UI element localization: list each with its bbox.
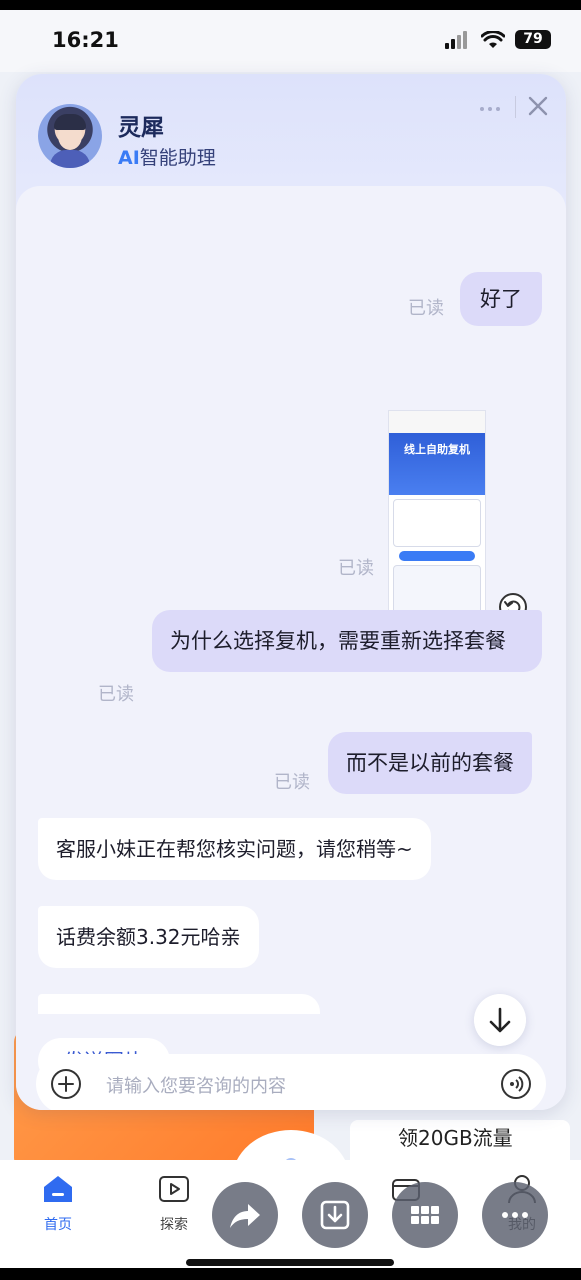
message-input[interactable]: 请输入您要咨询的内容 xyxy=(106,1072,286,1098)
home-indicator[interactable] xyxy=(186,1259,394,1266)
read-status: 已读 xyxy=(338,558,374,579)
tab-explore-label: 探索 xyxy=(160,1217,188,1233)
apps-button[interactable] xyxy=(392,1182,458,1248)
thumbnail-card xyxy=(393,499,481,547)
thumbnail-topbar xyxy=(389,411,485,433)
download-button[interactable] xyxy=(302,1182,368,1248)
status-bar: 16:21 79 xyxy=(0,10,581,72)
message-bubble-outgoing: 为什么选择复机，需要重新选择套餐 xyxy=(152,610,542,672)
message-input-bar: 请输入您要咨询的内容 xyxy=(36,1054,546,1110)
phone-screen: 16:21 79 领20GB流量 灵犀 AI智能助理 已读 好了 已读 线上自助… xyxy=(0,10,581,1268)
read-status: 已读 xyxy=(274,772,310,793)
message-bubble-outgoing: 好了 xyxy=(460,272,542,326)
status-icons: 79 xyxy=(445,30,551,49)
sent-image-thumbnail[interactable]: 线上自助复机 xyxy=(388,410,486,622)
read-status: 已读 xyxy=(98,684,134,705)
background-promo-text: 领20GB流量 xyxy=(398,1126,513,1150)
message-bubble-incoming: 客服小妹正在帮您核实问题，请您稍等~ xyxy=(38,818,431,880)
more-icon[interactable] xyxy=(480,96,504,111)
thumbnail-button xyxy=(399,551,475,561)
plus-icon[interactable] xyxy=(50,1068,82,1100)
tab-home[interactable]: 首页 xyxy=(28,1174,88,1234)
download-icon xyxy=(320,1200,350,1230)
bot-name: 灵犀 xyxy=(118,115,164,141)
battery-icon: 79 xyxy=(515,30,551,49)
bot-subtitle-ai: AI xyxy=(118,147,140,169)
share-icon xyxy=(230,1204,260,1228)
more-dots-icon xyxy=(502,1212,528,1218)
tab-home-label: 首页 xyxy=(44,1217,72,1233)
voice-icon[interactable] xyxy=(500,1068,532,1100)
chat-panel: 灵犀 AI智能助理 已读 好了 已读 线上自助复机 已读 为什么选择复机，需要重… xyxy=(16,74,566,1110)
status-time: 16:21 xyxy=(52,28,119,52)
play-icon xyxy=(159,1176,189,1202)
read-status: 已读 xyxy=(408,298,444,319)
scroll-down-icon[interactable] xyxy=(474,994,526,1046)
bot-avatar xyxy=(38,104,102,168)
home-icon xyxy=(44,1176,72,1202)
message-bubble-incoming-partial xyxy=(38,994,320,1014)
share-button[interactable] xyxy=(212,1182,278,1248)
chat-header: 灵犀 AI智能助理 xyxy=(16,74,566,184)
more-options-button[interactable] xyxy=(482,1182,548,1248)
bot-subtitle: AI智能助理 xyxy=(118,143,216,170)
grid-icon xyxy=(411,1206,439,1224)
tab-explore[interactable]: 探索 xyxy=(144,1174,204,1234)
chat-messages[interactable]: 已读 好了 已读 线上自助复机 已读 为什么选择复机，需要重新选择套餐 已读 而… xyxy=(16,186,566,1110)
bot-subtitle-text: 智能助理 xyxy=(139,147,216,169)
wifi-icon xyxy=(481,30,505,48)
signal-icon xyxy=(445,30,471,49)
close-icon[interactable] xyxy=(526,94,550,118)
thumbnail-card xyxy=(393,565,481,615)
thumbnail-banner: 线上自助复机 xyxy=(389,433,485,495)
message-bubble-outgoing: 而不是以前的套餐 xyxy=(328,732,532,794)
header-divider xyxy=(515,96,516,118)
message-bubble-incoming: 话费余额3.32元哈亲 xyxy=(38,906,259,968)
